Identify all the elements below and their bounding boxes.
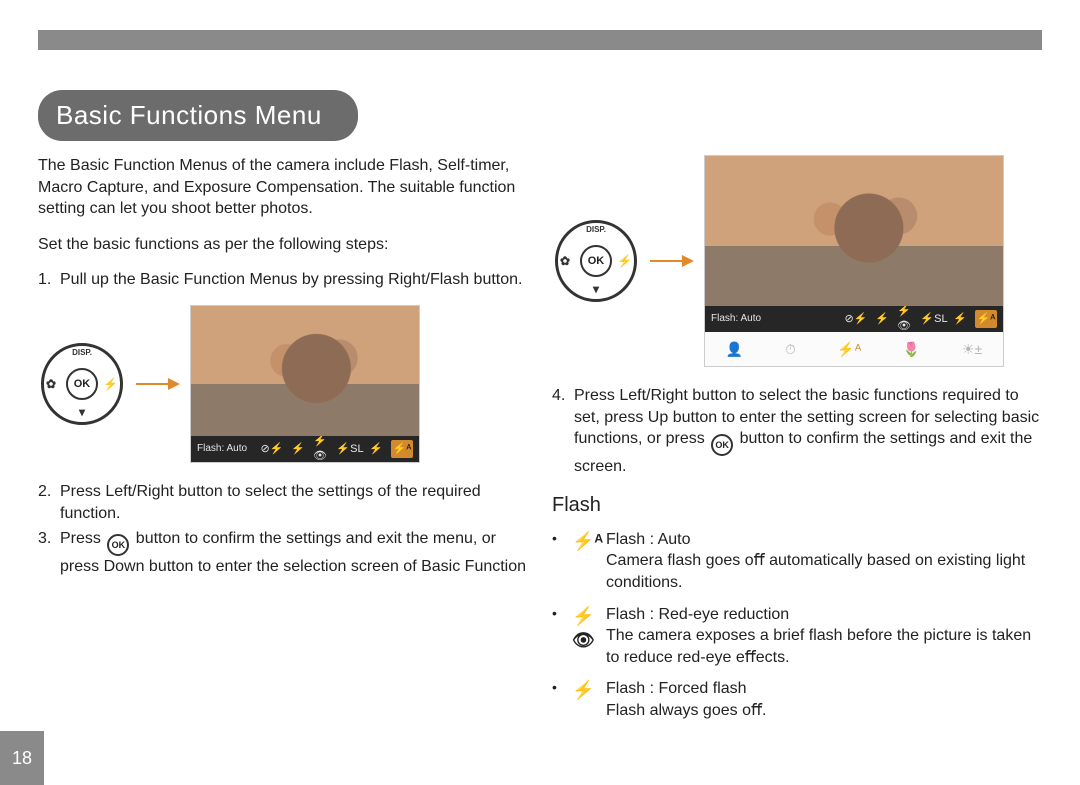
page-header-bar: [38, 30, 1042, 50]
step-text: Press Left/Right button to select the se…: [60, 481, 528, 524]
flash-noflash-icon: ⊘⚡: [845, 310, 867, 328]
strip-flash-selected-icon: ⚡ᴬ: [837, 340, 861, 359]
figure-step1: DISP. ▾ ✿ ⚡ OK Flash: Auto ⊘⚡ ⚡ ⚡👁: [38, 305, 528, 463]
flash-auto-selected-icon: ⚡ᴬ: [391, 440, 413, 458]
intro-paragraph: The Basic Function Menus of the camera i…: [38, 155, 528, 220]
flash-mode-label: Flash: Auto: [711, 312, 761, 326]
flash-item-expl: The camera exposes a brief ﬂash before t…: [606, 625, 1042, 668]
camera-screenshot: Flash: Auto ⊘⚡ ⚡ ⚡👁 ⚡SL ⚡ ⚡ᴬ 👤 ⏱: [704, 155, 1004, 367]
flash-redeye-icon: ⚡👁: [572, 604, 606, 669]
flash-force-icon: ⚡: [871, 310, 893, 328]
basic-functions-strip: 👤 ⏱ ⚡ᴬ 🌷 ☀±: [705, 332, 1003, 366]
camera-screenshot: Flash: Auto ⊘⚡ ⚡ ⚡👁 ⚡SL ⚡ ⚡ᴬ: [190, 305, 420, 463]
flash-item-desc: Flash : Auto Camera ﬂash goes oﬀ automat…: [606, 529, 1042, 594]
dial-left-label: ✿: [560, 253, 570, 269]
strip-macro-icon: 🌷: [903, 340, 920, 359]
step-text: Press Left/Right button to select the ba…: [574, 385, 1042, 478]
right-column: DISP. ▾ ✿ ⚡ OK Flash: Auto ⊘⚡: [552, 155, 1042, 732]
flash-item-name: Flash : Red-eye reduction: [606, 604, 1042, 626]
flash-force2-icon: ⚡: [949, 310, 971, 328]
step-number: 1.: [38, 269, 60, 291]
flash-item-desc: Flash : Red-eye reduction The camera exp…: [606, 604, 1042, 669]
bullet-icon: •: [552, 604, 572, 669]
figure-step4: DISP. ▾ ✿ ⚡ OK Flash: Auto ⊘⚡: [552, 155, 1042, 367]
step-text: Press OK button to conﬁrm the settings a…: [60, 528, 528, 578]
flash-item-forced: • ⚡ Flash : Forced ﬂash Flash always goe…: [552, 678, 1042, 721]
step-number: 4.: [552, 385, 574, 478]
ok-inline-icon: OK: [711, 434, 733, 456]
dial-right-label: ⚡: [617, 253, 632, 269]
dial-right-label: ⚡: [103, 376, 118, 392]
control-dial-illustration: DISP. ▾ ✿ ⚡ OK: [552, 217, 640, 305]
left-column: The Basic Function Menus of the camera i…: [38, 155, 528, 732]
arrow-icon: [136, 378, 180, 390]
step3-text-b: button to conﬁrm the settings and exit t…: [60, 530, 526, 575]
bullet-icon: •: [552, 678, 572, 721]
flash-item-redeye: • ⚡👁 Flash : Red-eye reduction The camer…: [552, 604, 1042, 669]
flash-item-auto: • ⚡ᴬ Flash : Auto Camera ﬂash goes oﬀ au…: [552, 529, 1042, 594]
page-number: 18: [0, 731, 44, 785]
camera-screenshot-with-strip: Flash: Auto ⊘⚡ ⚡ ⚡👁 ⚡SL ⚡ ⚡ᴬ 👤 ⏱: [704, 155, 1004, 367]
dial-ok-button: OK: [66, 368, 98, 400]
flash-forced-icon: ⚡: [572, 678, 606, 721]
dial-ok-button: OK: [580, 245, 612, 277]
step3-text-a: Press: [60, 530, 105, 547]
two-column-layout: The Basic Function Menus of the camera i…: [38, 155, 1042, 732]
flash-force2-icon: ⚡: [365, 440, 387, 458]
strip-ev-icon: ☀±: [962, 340, 982, 359]
dial-bottom-label: ▾: [79, 404, 85, 420]
flash-item-expl: Flash always goes oﬀ.: [606, 700, 1042, 722]
dial-bottom-label: ▾: [593, 281, 599, 297]
flash-item-name: Flash : Auto: [606, 529, 1042, 551]
flash-slow-icon: ⚡SL: [339, 440, 361, 458]
step-1: 1. Pull up the Basic Function Menus by p…: [38, 269, 528, 291]
steps-intro: Set the basic functions as per the follo…: [38, 234, 528, 256]
flash-noflash-icon: ⊘⚡: [261, 440, 283, 458]
strip-selftimer-icon: 👤: [726, 340, 743, 359]
step-number: 2.: [38, 481, 60, 524]
ok-inline-icon: OK: [107, 534, 129, 556]
flash-auto-icon: ⚡ᴬ: [572, 529, 606, 594]
flash-item-desc: Flash : Forced ﬂash Flash always goes oﬀ…: [606, 678, 1042, 721]
bullet-icon: •: [552, 529, 572, 594]
camera-preview-image: [191, 306, 419, 436]
step-text: Pull up the Basic Function Menus by pres…: [60, 269, 528, 291]
flash-heading: Flash: [552, 492, 1042, 519]
step-2: 2. Press Left/Right button to select the…: [38, 481, 528, 524]
dial-top-label: DISP.: [586, 225, 606, 236]
flash-mode-label: Flash: Auto: [197, 442, 247, 456]
step-3: 3. Press OK button to conﬁrm the setting…: [38, 528, 528, 578]
section-title: Basic Functions Menu: [38, 90, 358, 141]
manual-page: Basic Functions Menu The Basic Function …: [0, 0, 1080, 785]
camera-flash-bar: Flash: Auto ⊘⚡ ⚡ ⚡👁 ⚡SL ⚡ ⚡ᴬ: [191, 436, 419, 462]
page-content: Basic Functions Menu The Basic Function …: [38, 90, 1042, 785]
camera-flash-bar: Flash: Auto ⊘⚡ ⚡ ⚡👁 ⚡SL ⚡ ⚡ᴬ: [705, 306, 1003, 332]
camera-preview-image: [705, 156, 1003, 306]
dial-top-label: DISP.: [72, 348, 92, 359]
strip-timer-icon: ⏱: [785, 340, 796, 359]
step-4: 4. Press Left/Right button to select the…: [552, 385, 1042, 478]
flash-redeye-icon: ⚡👁: [897, 310, 919, 328]
control-dial-illustration: DISP. ▾ ✿ ⚡ OK: [38, 340, 126, 428]
flash-auto-selected-icon: ⚡ᴬ: [975, 310, 997, 328]
flash-redeye-icon: ⚡👁: [313, 440, 335, 458]
flash-item-name: Flash : Forced ﬂash: [606, 678, 1042, 700]
arrow-icon: [650, 255, 694, 267]
dial-left-label: ✿: [46, 376, 56, 392]
flash-slow-icon: ⚡SL: [923, 310, 945, 328]
flash-force-icon: ⚡: [287, 440, 309, 458]
flash-item-expl: Camera ﬂash goes oﬀ automatically based …: [606, 550, 1042, 593]
step-number: 3.: [38, 528, 60, 578]
